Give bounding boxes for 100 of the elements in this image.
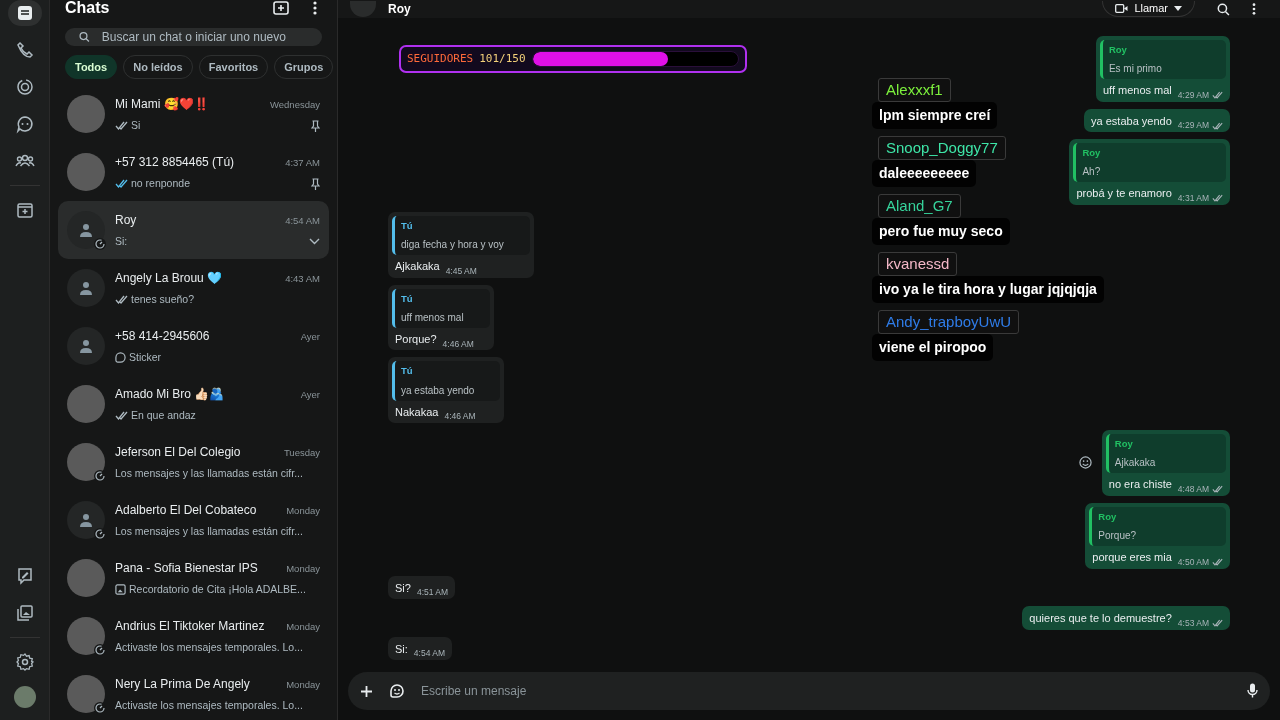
chat-list-item[interactable]: Jeferson El Del Colegio Tuesday Los mensajes y las llamadas están cifr... — [58, 433, 329, 491]
archive-icon[interactable] — [14, 200, 35, 220]
chat-time: Ayer — [300, 387, 320, 402]
message-text: Ajkakaka — [395, 259, 440, 274]
contact-name: Pana - Sofia Bienestar IPS — [115, 559, 258, 577]
quote-author: Tú — [401, 291, 414, 306]
message-preview: Recordatorio de Cita ¡Hola ADALBE... — [129, 581, 306, 597]
sticker-icon — [115, 352, 126, 363]
message-text: probá y te enamoro — [1076, 186, 1172, 202]
settings-icon[interactable] — [14, 652, 35, 672]
contact-name: Adalberto El Del Cobateco — [115, 501, 257, 519]
status-icon[interactable] — [14, 77, 35, 97]
chat-time: Monday — [286, 619, 320, 634]
message-time: 4:51 AM — [416, 586, 449, 599]
chat-list-item[interactable]: Angely La Brouu 🩵 4:43 AM tenes sueño? — [58, 259, 329, 317]
message-time: 4:31 AM — [1177, 192, 1209, 205]
contact-name: Jeferson El Del Colegio — [115, 443, 241, 461]
chat-time: Monday — [286, 503, 320, 518]
chat-time: 4:43 AM — [285, 271, 320, 286]
quote-author: Roy — [1108, 42, 1128, 57]
chat-time: Monday — [286, 677, 320, 692]
image-icon — [115, 584, 126, 595]
message-time: 4:48 AM — [1177, 483, 1209, 496]
search-icon[interactable] — [1217, 2, 1230, 16]
message-time: 4:54 AM — [413, 647, 446, 660]
menu-icon[interactable] — [313, 1, 317, 15]
contact-name[interactable]: Roy — [388, 3, 411, 15]
contact-name: Mi Mami 🥰❤‼ — [115, 95, 209, 113]
quote-author: Tú — [401, 364, 414, 379]
quote-text: ya estaba yendo — [401, 383, 476, 398]
message-preview: Activaste los mensajes temporales. Lo... — [115, 697, 303, 713]
chat-list-item[interactable]: +58 414-2945606 Ayer Sticker — [58, 317, 329, 375]
chat-list-item[interactable]: Pana - Sofia Bienestar IPS Monday Recordatorio de Cita ¡Hola ADALBE... — [58, 549, 329, 607]
chat-list-item[interactable]: Adalberto El Del Cobateco Monday Los mensajes y las llamadas están cifr... — [58, 491, 329, 549]
person-icon — [78, 222, 94, 238]
new-chat-icon[interactable] — [273, 1, 289, 15]
chat-time: Monday — [286, 561, 320, 576]
chat-comment: ivo ya le tira hora y lugar jqjqjqja — [872, 276, 1104, 303]
chevron-down-icon[interactable] — [309, 238, 320, 245]
chat-list-item[interactable]: Roy 4:54 AM Si: — [58, 201, 329, 259]
chat-comment: viene el piropoo — [872, 334, 994, 361]
person-icon — [78, 512, 94, 528]
chat-comment: pero fue muy seco — [872, 218, 1010, 245]
chat-list-item[interactable]: Mi Mami 🥰❤‼ Wednesday Si — [58, 85, 329, 143]
image-gallery-icon[interactable] — [14, 603, 35, 623]
phone-icon[interactable] — [14, 40, 35, 60]
chat-comment: daleeeeeeeee — [872, 160, 977, 187]
double-check-icon — [1212, 619, 1223, 628]
message-text: Si? — [395, 580, 411, 596]
message-text: no era chiste — [1108, 477, 1172, 493]
double-check-icon — [1212, 194, 1223, 203]
sticker-icon[interactable] — [389, 683, 405, 699]
chat-list-item[interactable]: +57 312 8854465 (Tú) 4:37 AM no renponde — [58, 143, 329, 201]
message-preview: Los mensajes y las llamadas están cifr... — [115, 465, 303, 481]
chat-time: 4:37 AM — [285, 155, 320, 170]
chat-username: kvanessd — [878, 252, 958, 276]
quote-author: Roy — [1114, 437, 1134, 451]
search-field[interactable]: Buscar un chat o iniciar uno nuevo — [65, 28, 322, 46]
person-icon — [78, 338, 94, 354]
chat-bubble-icon[interactable] — [14, 114, 35, 134]
message-time: 4:53 AM — [1177, 616, 1209, 630]
message-composer[interactable]: Escribe un mensaje — [348, 672, 1270, 710]
quote-text: uff menos mal — [401, 310, 465, 325]
message-time: 4:50 AM — [1177, 555, 1209, 569]
message-preview: tenes sueño? — [131, 291, 195, 307]
goal-label: SEGUIDORES — [407, 50, 474, 67]
chat-list-item[interactable]: Nery La Prima De Angely Monday Activaste los mensajes temporales. Lo... — [58, 665, 329, 720]
message-preview: En que andaz — [131, 407, 196, 423]
emoji-icon[interactable] — [1078, 456, 1092, 470]
message-preview: Sticker — [129, 349, 162, 365]
contact-name: +57 312 8854465 (Tú) — [115, 153, 235, 171]
message-preview: Activaste los mensajes temporales. Lo... — [115, 639, 303, 655]
double-check-icon — [1212, 485, 1223, 494]
contact-name: Amado Mi Bro 👍🏻🫂 — [115, 385, 225, 403]
message-time: 4:29 AM — [1177, 119, 1209, 132]
message-text: porque eres mia — [1092, 550, 1172, 565]
quote-author: Roy — [1082, 146, 1102, 160]
chat-list-item[interactable]: Amado Mi Bro 👍🏻🫂 Ayer En que andaz — [58, 375, 329, 433]
contact-name: Andrius El Tiktoker Martinez — [115, 617, 265, 635]
message-text: Porque? — [395, 331, 437, 347]
message-preview: no renponde — [131, 175, 190, 191]
profile-avatar[interactable] — [13, 686, 36, 708]
message-preview: Los mensajes y las llamadas están cifr... — [115, 523, 303, 539]
chat-username: Aland_G7 — [878, 194, 961, 218]
search-icon — [79, 31, 90, 43]
filter-chip[interactable]: Todos — [65, 55, 118, 79]
message-text: Si: — [395, 641, 408, 657]
contact-name: Roy — [115, 211, 137, 229]
plus-icon[interactable] — [360, 684, 373, 698]
menu-icon[interactable] — [1252, 3, 1256, 15]
quote-text: diga fecha y hora y voy — [401, 238, 505, 252]
chat-list-item[interactable]: Andrius El Tiktoker Martinez Monday Activaste los mensajes temporales. Lo... — [58, 607, 329, 665]
quote-text: Ajkakaka — [1114, 456, 1157, 471]
quote-text: Ah? — [1082, 165, 1102, 180]
double-check-icon — [1212, 558, 1223, 567]
message-time: 4:46 AM — [444, 410, 476, 423]
microphone-icon[interactable] — [1247, 683, 1258, 699]
message-input[interactable]: Escribe un mensaje — [421, 682, 1231, 700]
contact-name: +58 414-2945606 — [115, 327, 210, 345]
double-check-icon — [1212, 121, 1223, 130]
